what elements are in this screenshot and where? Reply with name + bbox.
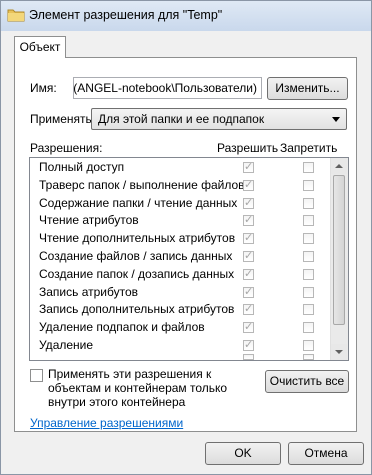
deny-checkbox[interactable] [303,322,314,334]
permission-name: Удаление [39,338,94,352]
apply-to-selected: Для этой папки и ее подпапок [98,112,265,126]
permission-name: Запись атрибутов [39,284,139,299]
allow-checkbox[interactable] [243,213,254,227]
allow-checkbox[interactable] [243,267,254,280]
allow-checkbox[interactable] [243,320,254,334]
permission-name: Удаление подпапок и файлов [39,320,205,335]
permission-name: Чтение дополнительных атрибутов [39,231,236,246]
cancel-button[interactable]: Отмена [288,442,364,465]
allow-checkbox[interactable] [243,196,254,209]
name-field: и (ANGEL-notebook\Пользователи) [73,77,262,99]
ok-button[interactable]: OK [205,442,281,465]
deny-checkbox[interactable] [303,251,314,262]
list-item: Создание папок / дозапись данных [30,265,334,283]
change-button[interactable]: Изменить... [267,77,348,100]
deny-checkbox[interactable] [303,179,314,191]
folder-icon [7,9,25,22]
clear-all-button[interactable]: Очистить все [265,370,349,393]
allow-checkbox[interactable] [243,178,254,191]
permissions-list: Полный доступ Траверс папок / выполнение … [29,157,349,361]
deny-checkbox[interactable] [303,162,314,173]
manage-permissions-link[interactable]: Управление разрешениями [30,416,183,430]
apply-inherit-label: Применять эти разрешения к объектам и ко… [48,367,228,409]
permission-name: Создание файлов / запись данных [39,249,233,263]
apply-to-label: Применять: [30,112,96,126]
permission-entry-dialog: Элемент разрешения для "Temp" Объект Имя… [0,0,372,475]
permissions-scrollbar[interactable] [330,158,348,360]
list-item: Чтение дополнительных атрибутов [30,229,334,247]
list-item: Траверс папок / выполнение файлов [30,176,334,194]
apply-to-dropdown[interactable]: Для этой папки и ее подпапок [91,108,347,130]
tab-object[interactable]: Объект [14,36,66,58]
allow-checkbox[interactable] [243,285,254,298]
window-title: Элемент разрешения для "Temp" [29,8,223,22]
list-item: Запись дополнительных атрибутов [30,300,334,318]
allow-checkbox[interactable] [243,231,254,245]
permission-name: Содержание папки / чтение данных [39,195,238,210]
permissions-label: Разрешения: [30,141,103,155]
allow-checkbox[interactable] [243,249,254,262]
scroll-thumb[interactable] [333,175,345,325]
allow-checkbox[interactable] [243,338,254,351]
list-item: Удаление подпапок и файлов [30,318,334,336]
deny-checkbox[interactable] [303,340,314,351]
deny-checkbox[interactable] [303,215,314,227]
deny-checkbox[interactable] [303,286,314,298]
permission-name: Создание папок / дозапись данных [39,266,235,281]
name-label: Имя: [30,81,57,95]
scroll-up-icon[interactable] [331,158,347,174]
list-item: Запись атрибутов [30,283,334,301]
list-item: Чтение атрибутов [30,211,334,229]
list-item: Полный доступ [30,158,334,176]
chevron-down-icon [332,117,340,122]
list-item: Создание файлов / запись данных [30,247,334,265]
deny-checkbox[interactable] [303,304,314,316]
title-bar[interactable]: Элемент разрешения для "Temp" [1,1,371,31]
allow-column-header: Разрешить [217,141,279,155]
allow-checkbox[interactable] [243,302,254,316]
permission-name: Чтение атрибутов [39,213,139,228]
deny-checkbox[interactable] [303,197,314,209]
allow-checkbox[interactable] [243,160,254,173]
deny-checkbox[interactable] [303,233,314,245]
scroll-down-icon[interactable] [331,344,347,360]
deny-checkbox[interactable] [303,268,314,280]
deny-column-header: Запретить [280,141,338,155]
list-item: Содержание папки / чтение данных [30,194,334,212]
apply-inherit-checkbox[interactable] [30,369,43,382]
list-item-partial [30,354,334,360]
permission-name: Запись дополнительных атрибутов [39,302,235,317]
permission-name: Траверс папок / выполнение файлов [39,177,245,192]
list-item: Удаление [30,336,334,354]
permission-name: Полный доступ [39,160,125,174]
